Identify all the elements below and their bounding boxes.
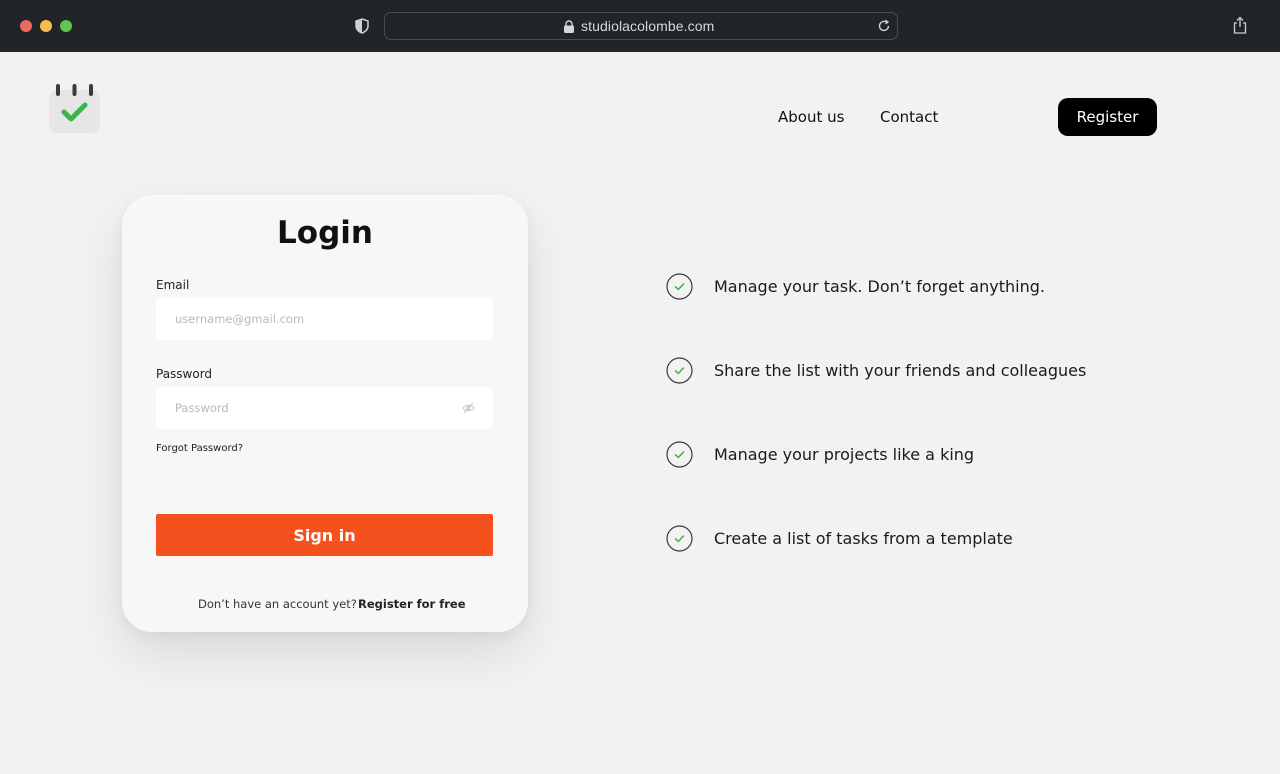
minimize-window-button[interactable] [40, 20, 52, 32]
login-title: Login [277, 215, 373, 251]
forgot-password-link[interactable]: Forgot Password? [156, 443, 243, 454]
password-field-box [156, 387, 493, 429]
sign-in-button[interactable]: Sign in [156, 514, 493, 556]
login-card: Login Email Password Forgot Password? Si… [122, 195, 528, 632]
check-circle-icon [666, 357, 693, 384]
check-circle-icon [666, 273, 693, 300]
check-circle-icon [666, 525, 693, 552]
calendar-check-icon[interactable] [49, 84, 100, 133]
feature-text: Share the list with your friends and col… [714, 361, 1087, 380]
lock-icon [564, 20, 574, 33]
browser-toolbar: studiolacolombe.com [0, 0, 1280, 52]
share-icon[interactable] [1232, 16, 1248, 34]
nav-about-us[interactable]: About us [778, 108, 844, 126]
shield-icon[interactable] [354, 18, 370, 34]
register-button[interactable]: Register [1058, 98, 1157, 136]
feature-text: Create a list of tasks from a template [714, 529, 1013, 548]
password-field[interactable] [156, 387, 493, 429]
feature-text: Manage your task. Don’t forget anything. [714, 277, 1045, 296]
password-label: Password [156, 367, 213, 381]
feature-text: Manage your projects like a king [714, 445, 975, 464]
email-label: Email [156, 278, 190, 292]
check-circle-icon [666, 441, 693, 468]
email-field[interactable] [156, 298, 493, 340]
register-for-free-link[interactable]: Register for free [358, 597, 466, 611]
address-bar[interactable]: studiolacolombe.com [384, 12, 898, 40]
url-text: studiolacolombe.com [581, 18, 715, 34]
maximize-window-button[interactable] [60, 20, 72, 32]
close-window-button[interactable] [20, 20, 32, 32]
nav-contact[interactable]: Contact [880, 108, 938, 126]
eye-off-icon[interactable] [462, 402, 475, 414]
no-account-text: Don’t have an account yet? [198, 597, 357, 611]
email-field-box [156, 298, 493, 340]
reload-icon[interactable] [877, 19, 891, 33]
